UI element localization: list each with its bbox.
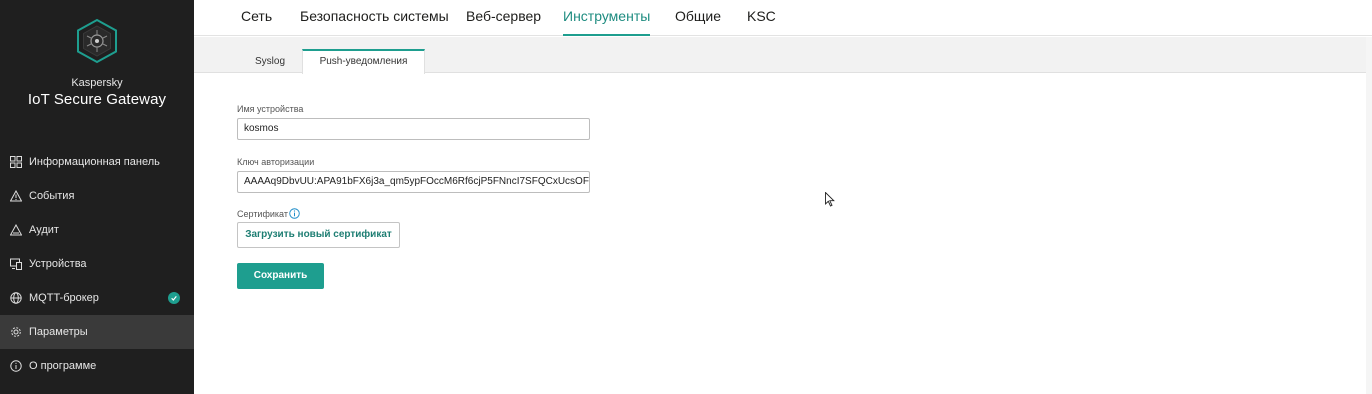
tab-tools[interactable]: Инструменты: [563, 0, 651, 36]
main-content: Syslog Push-уведомления Имя устройства k…: [194, 37, 1372, 394]
upload-certificate-button[interactable]: Загрузить новый сертификат: [237, 222, 400, 248]
brand-vendor: Kaspersky: [71, 77, 123, 89]
logo: Kaspersky IoT Secure Gateway: [0, 18, 194, 108]
sub-tabs: Syslog Push-уведомления: [194, 37, 1372, 74]
sidebar-item-label: О программе: [29, 360, 97, 372]
dashboard-icon: [10, 156, 22, 168]
sidebar: Kaspersky IoT Secure Gateway Информацион…: [0, 0, 194, 394]
devices-icon: [10, 258, 22, 270]
tab-general[interactable]: Общие: [675, 0, 721, 36]
tab-network[interactable]: Сеть: [241, 0, 272, 36]
top-tabs: Сеть Безопасность системы Веб-сервер Инс…: [194, 0, 1372, 36]
sidebar-item-label: Устройства: [29, 258, 87, 270]
device-name-input[interactable]: kosmos: [237, 118, 590, 140]
sidebar-item-settings[interactable]: Параметры: [0, 315, 194, 349]
device-name-label: Имя устройства: [237, 104, 304, 114]
sidebar-nav: Информационная панель События Аудит Устр…: [0, 145, 194, 383]
tab-web-server[interactable]: Веб-сервер: [466, 0, 541, 36]
auth-key-label: Ключ авторизации: [237, 157, 315, 167]
sidebar-item-label: Информационная панель: [29, 156, 160, 168]
sidebar-item-audit[interactable]: Аудит: [0, 213, 194, 247]
sidebar-item-about[interactable]: О программе: [0, 349, 194, 383]
status-ok-icon: [168, 292, 180, 304]
kaspersky-logo-icon: [77, 18, 117, 64]
certificate-label: Сертификат: [237, 209, 288, 219]
save-button[interactable]: Сохранить: [237, 263, 324, 289]
subtab-syslog[interactable]: Syslog: [239, 49, 301, 73]
audit-icon: [10, 224, 22, 236]
sidebar-item-dashboard[interactable]: Информационная панель: [0, 145, 194, 179]
tab-ksc[interactable]: KSC: [747, 0, 776, 36]
warning-icon: [10, 190, 22, 202]
sidebar-item-label: Аудит: [29, 224, 59, 236]
tab-system-security[interactable]: Безопасность системы: [300, 0, 449, 36]
gear-icon: [10, 326, 22, 338]
mouse-cursor-icon: [825, 192, 835, 207]
subtab-push-notifications[interactable]: Push-уведомления: [302, 49, 425, 74]
auth-key-input[interactable]: AAAAq9DbvUU:APA91bFX6j3a_qm5ypFOccM6Rf6c…: [237, 171, 590, 193]
sidebar-item-mqtt-broker[interactable]: MQTT-брокер: [0, 281, 194, 315]
sidebar-item-label: Параметры: [29, 326, 88, 338]
brand-product: IoT Secure Gateway: [27, 91, 167, 108]
sidebar-item-devices[interactable]: Устройства: [0, 247, 194, 281]
info-icon: [10, 360, 22, 372]
sidebar-item-label: MQTT-брокер: [29, 292, 99, 304]
info-icon[interactable]: [289, 208, 300, 219]
sidebar-item-events[interactable]: События: [0, 179, 194, 213]
globe-icon: [10, 292, 22, 304]
scrollbar[interactable]: [1366, 37, 1372, 394]
sidebar-item-label: События: [29, 190, 75, 202]
